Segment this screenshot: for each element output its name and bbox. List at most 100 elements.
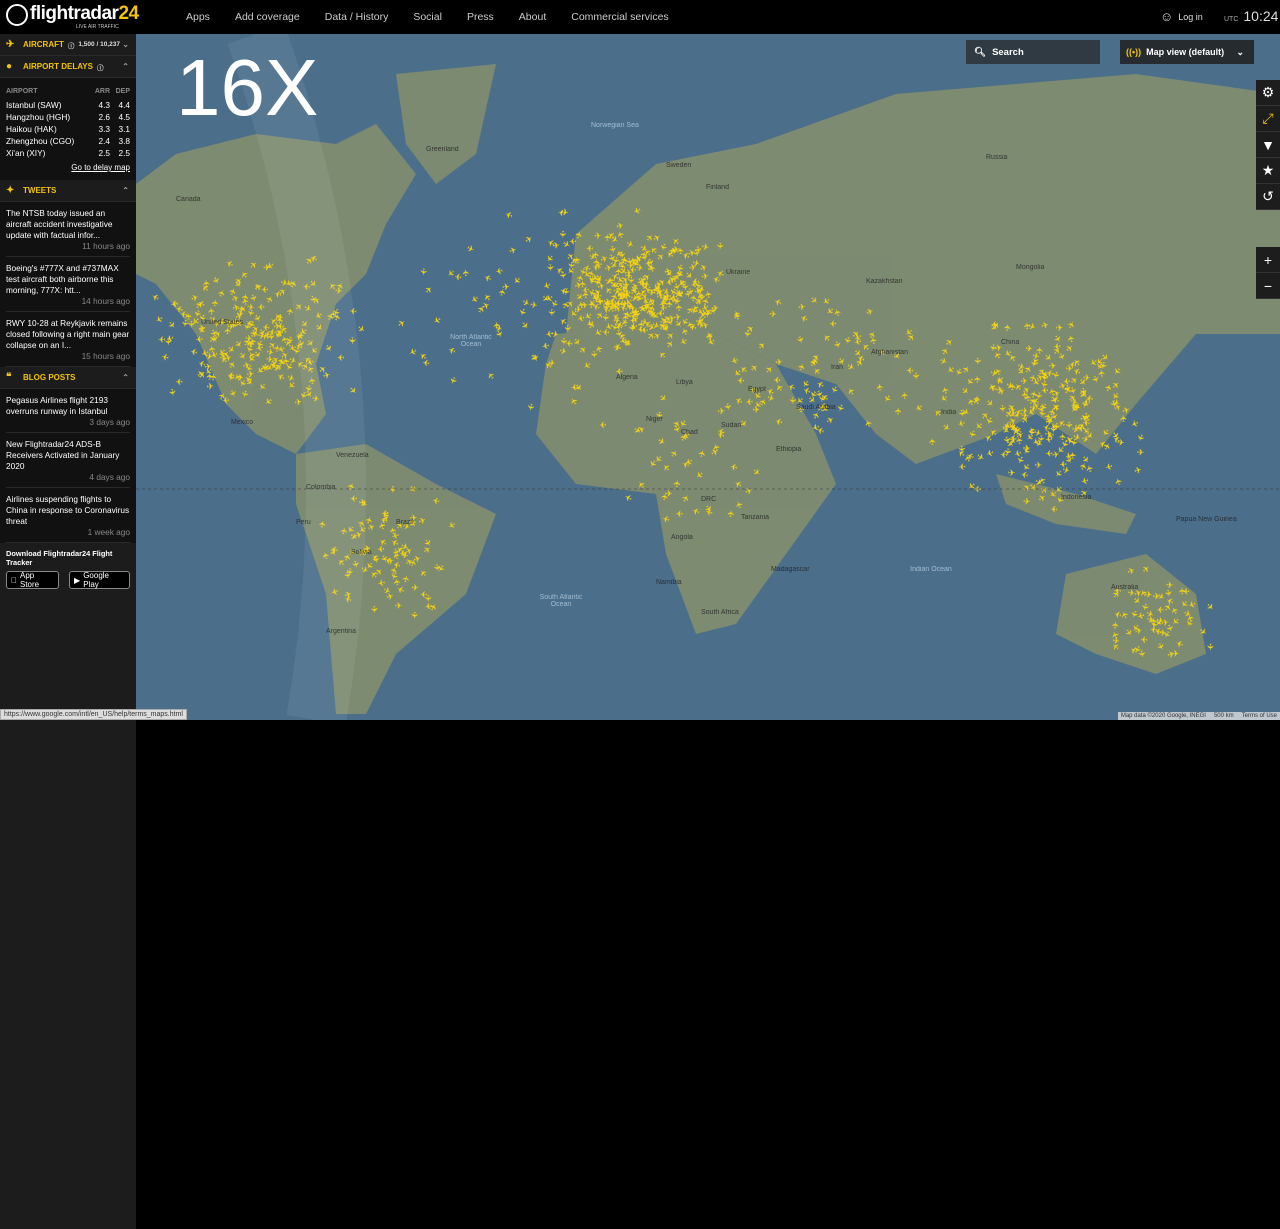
delay-row[interactable]: Haikou (HAK) 3.3 3.1 xyxy=(6,123,130,135)
aircraft-icon[interactable]: ✈ xyxy=(388,486,398,494)
aircraft-icon[interactable]: ✈ xyxy=(1103,461,1113,473)
aircraft-icon[interactable]: ✈ xyxy=(1023,443,1031,453)
aircraft-icon[interactable]: ✈ xyxy=(1034,460,1042,470)
aircraft-icon[interactable]: ✈ xyxy=(1056,323,1064,333)
tweet[interactable]: Boeing's #777X and #737MAX test aircraft… xyxy=(6,257,130,312)
aircraft-icon[interactable]: ✈ xyxy=(775,357,784,367)
aircraft-icon[interactable]: ✈ xyxy=(1110,621,1121,630)
aircraft-header[interactable]: ✈ AIRCRAFT ⓘ 1,500 / 10,237 ⌄ xyxy=(0,34,136,56)
aircraft-icon[interactable]: ✈ xyxy=(167,388,178,398)
aircraft-icon[interactable]: ✈ xyxy=(423,594,433,602)
nav-about[interactable]: About xyxy=(519,11,546,23)
aircraft-icon[interactable]: ✈ xyxy=(1182,586,1191,596)
aircraft-icon[interactable]: ✈ xyxy=(927,437,938,446)
aircraft-icon[interactable]: ✈ xyxy=(957,445,967,453)
aircraft-icon[interactable]: ✈ xyxy=(482,271,494,283)
aircraft-icon[interactable]: ✈ xyxy=(1137,447,1145,457)
aircraft-icon[interactable]: ✈ xyxy=(621,313,631,321)
aircraft-icon[interactable]: ✈ xyxy=(984,447,995,459)
nav-commercial-services[interactable]: Commercial services xyxy=(571,11,668,23)
aircraft-icon[interactable]: ✈ xyxy=(1205,643,1215,651)
aircraft-icon[interactable]: ✈ xyxy=(622,279,631,290)
aircraft-icon[interactable]: ✈ xyxy=(1022,321,1033,330)
aircraft-icon[interactable]: ✈ xyxy=(502,282,511,293)
aircraft-icon[interactable]: ✈ xyxy=(276,321,285,331)
aircraft-icon[interactable]: ✈ xyxy=(189,346,199,358)
help-icon[interactable]: ⓘ xyxy=(68,40,75,50)
aircraft-icon[interactable]: ✈ xyxy=(541,279,552,291)
aircraft-icon[interactable]: ✈ xyxy=(559,337,569,345)
airport-delays-header[interactable]: ● AIRPORT DELAYS ⓘ ⌃ xyxy=(0,56,136,78)
aircraft-icon[interactable]: ✈ xyxy=(589,350,600,359)
delay-map-link[interactable]: Go to delay map xyxy=(6,163,130,172)
tweet[interactable]: RWY 10-28 at Reykjavik remains closed fo… xyxy=(6,312,130,367)
aircraft-icon[interactable]: ✈ xyxy=(431,314,443,327)
aircraft-icon[interactable]: ✈ xyxy=(598,419,607,430)
aircraft-icon[interactable]: ✈ xyxy=(179,319,190,329)
zoom-in-button[interactable]: + xyxy=(1256,247,1280,273)
aircraft-icon[interactable]: ✈ xyxy=(675,508,683,518)
zoom-out-button[interactable]: − xyxy=(1256,273,1280,299)
nav-add-coverage[interactable]: Add coverage xyxy=(235,11,300,23)
nav-data-history[interactable]: Data / History xyxy=(325,11,389,23)
chevron-down-icon[interactable]: ⌄ xyxy=(122,40,129,49)
nav-social[interactable]: Social xyxy=(413,11,442,23)
aircraft-icon[interactable]: ✈ xyxy=(1133,464,1144,476)
aircraft-icon[interactable]: ✈ xyxy=(975,451,987,464)
aircraft-icon[interactable]: ✈ xyxy=(485,369,498,381)
chevron-up-icon[interactable]: ⌃ xyxy=(122,186,129,195)
aircraft-icon[interactable]: ✈ xyxy=(972,375,982,383)
aircraft-icon[interactable]: ✈ xyxy=(199,347,210,359)
aircraft-icon[interactable]: ✈ xyxy=(1044,448,1053,459)
aircraft-icon[interactable]: ✈ xyxy=(661,318,671,327)
aircraft-icon[interactable]: ✈ xyxy=(1049,504,1058,515)
blog-posts-header[interactable]: ❝ BLOG POSTS ⌃ xyxy=(0,367,136,389)
settings-button[interactable]: ⚙ xyxy=(1256,80,1280,106)
favorites-button[interactable]: ★ xyxy=(1256,158,1280,184)
fullscreen-button[interactable]: ⤢ xyxy=(1256,106,1280,132)
delay-row[interactable]: Zhengzhou (CGO) 2.4 3.8 xyxy=(6,135,130,147)
aircraft-icon[interactable]: ✈ xyxy=(1048,425,1059,434)
aircraft-icon[interactable]: ✈ xyxy=(529,300,538,311)
delay-row[interactable]: Istanbul (SAW) 4.3 4.4 xyxy=(6,99,130,111)
aircraft-icon[interactable]: ✈ xyxy=(552,240,561,251)
aircraft-icon[interactable]: ✈ xyxy=(523,233,535,246)
flight-map[interactable]: ✈ ✈ ✈ ✈ ✈ ✈ ✈ ✈ ✈ ✈ ✈ ✈ ✈ ✈ ✈ ✈ ✈ ✈ ✈ ✈ ✈ ✈ ✈ ✈ ✈ ✈ ✈ ✈ ✈ ✈ ✈ ✈ ✈ ✈ ✈ ✈ ✈ ✈ ✈ ✈… xyxy=(136,34,1280,720)
aircraft-icon[interactable]: ✈ xyxy=(395,601,403,611)
aircraft-icon[interactable]: ✈ xyxy=(355,323,367,336)
aircraft-icon[interactable]: ✈ xyxy=(557,207,567,218)
aircraft-icon[interactable]: ✈ xyxy=(503,208,514,220)
aircraft-icon[interactable]: ✈ xyxy=(381,508,389,518)
tweets-header[interactable]: ✦ TWEETS ⌃ xyxy=(0,180,136,202)
aircraft-icon[interactable]: ✈ xyxy=(525,402,537,412)
aircraft-icon[interactable]: ✈ xyxy=(206,381,215,392)
aircraft-icon[interactable]: ✈ xyxy=(1023,496,1032,507)
blog-post[interactable]: Airlines suspending flights to China in … xyxy=(6,488,130,543)
aircraft-icon[interactable]: ✈ xyxy=(718,406,726,416)
aircraft-icon[interactable]: ✈ xyxy=(544,328,554,340)
aircraft-icon[interactable]: ✈ xyxy=(447,375,459,386)
aircraft-icon[interactable]: ✈ xyxy=(260,284,269,294)
aircraft-icon[interactable]: ✈ xyxy=(519,320,532,332)
aircraft-icon[interactable]: ✈ xyxy=(893,407,903,415)
aircraft-icon[interactable]: ✈ xyxy=(175,377,183,387)
aircraft-icon[interactable]: ✈ xyxy=(828,318,837,328)
aircraft-icon[interactable]: ✈ xyxy=(1079,475,1089,487)
aircraft-icon[interactable]: ✈ xyxy=(166,319,179,332)
aircraft-icon[interactable]: ✈ xyxy=(1129,417,1141,429)
aircraft-icon[interactable]: ✈ xyxy=(407,346,419,359)
aircraft-icon[interactable]: ✈ xyxy=(195,334,204,345)
aircraft-icon[interactable]: ✈ xyxy=(704,332,715,341)
aircraft-icon[interactable]: ✈ xyxy=(494,265,504,276)
aircraft-icon[interactable]: ✈ xyxy=(1140,635,1148,645)
aircraft-icon[interactable]: ✈ xyxy=(1008,468,1016,478)
terms-link[interactable]: Terms of Use xyxy=(1242,713,1277,719)
chevron-up-icon[interactable]: ⌃ xyxy=(122,373,129,382)
aircraft-icon[interactable]: ✈ xyxy=(160,351,170,362)
aircraft-icon[interactable]: ✈ xyxy=(957,461,966,472)
aircraft-icon[interactable]: ✈ xyxy=(510,274,523,287)
login-button[interactable]: ☺ Log in xyxy=(1160,9,1203,24)
nav-apps[interactable]: Apps xyxy=(186,11,210,23)
aircraft-icon[interactable]: ✈ xyxy=(1049,361,1058,372)
aircraft-icon[interactable]: ✈ xyxy=(257,302,265,312)
